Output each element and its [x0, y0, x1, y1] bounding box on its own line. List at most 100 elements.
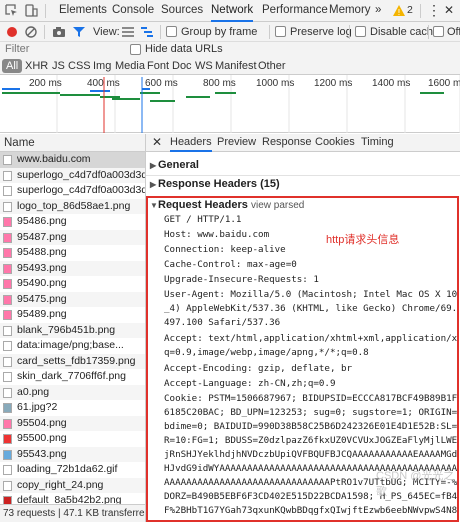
header-line: User-Agent: Mozilla/5.0 (Macintosh; Inte…	[164, 289, 459, 300]
request-row[interactable]: 61.jpg?2	[0, 400, 145, 416]
request-row[interactable]: copy_right_24.png	[0, 477, 145, 493]
request-row[interactable]: 95500.png	[0, 431, 145, 447]
type-filter-xhr[interactable]: XHR	[25, 59, 48, 73]
request-row[interactable]: 95488.png	[0, 245, 145, 261]
tab-cookies[interactable]: Cookies	[315, 134, 355, 152]
image-icon	[3, 356, 12, 367]
image-icon	[3, 372, 12, 382]
type-filter-font[interactable]: Font	[147, 59, 169, 73]
request-row[interactable]: card_setts_fdb17359.png	[0, 353, 145, 369]
request-row[interactable]: www.baidu.com	[0, 152, 145, 168]
timeline-tick: 1200 ms	[314, 78, 353, 89]
timeline-tick: 200 ms	[29, 78, 62, 89]
type-filter-doc[interactable]: Doc	[172, 59, 192, 73]
tab-elements[interactable]: Elements	[59, 0, 107, 22]
request-headers-section[interactable]: ▼Request Headers	[150, 199, 248, 211]
tab-network[interactable]: Network	[211, 0, 254, 22]
tab-separator	[420, 4, 421, 18]
header-line: Cache-Control: max-age=0	[164, 259, 297, 270]
network-toolbar: View: Group by frame Preserve log Disabl…	[0, 22, 460, 42]
tab-sources[interactable]: Sources	[161, 0, 203, 22]
image-icon	[3, 341, 12, 351]
request-row[interactable]: 95493.png	[0, 260, 145, 276]
header-line: q=0.9,image/webp,image/apng,*/*;q=0.8	[164, 347, 369, 358]
tab-response[interactable]: Response	[262, 134, 312, 152]
waterfall-view-icon[interactable]	[140, 25, 154, 39]
request-row[interactable]: loading_72b1da62.gif	[0, 462, 145, 478]
tab-headers[interactable]: Headers	[170, 134, 212, 152]
request-row[interactable]: skin_dark_7706ff6f.png	[0, 369, 145, 385]
type-filter-media[interactable]: Media	[115, 59, 145, 73]
request-row[interactable]: logo_top_86d58ae1.png	[0, 198, 145, 214]
type-filter-all[interactable]: All	[2, 59, 23, 73]
watermark: CSDN @光光之歌	[376, 470, 455, 498]
header-line: GET / HTTP/1.1	[164, 214, 242, 225]
image-icon	[3, 248, 12, 258]
filter-icon[interactable]	[72, 25, 86, 39]
clear-icon[interactable]	[24, 25, 38, 39]
request-row[interactable]: 95475.png	[0, 291, 145, 307]
more-tabs-icon[interactable]: »	[375, 0, 381, 22]
response-headers-section[interactable]: ▶ Response Headers (15)	[150, 178, 280, 190]
filter-input[interactable]: Filter	[5, 42, 29, 56]
header-line: R=10:FG=1; BDUSS=Z0dzlpazZ6fkxUZ0VCVUxJO…	[164, 435, 459, 446]
request-row[interactable]: a0.png	[0, 384, 145, 400]
request-row[interactable]: superlogo_c4d7df0a003d3db...	[0, 183, 145, 199]
request-detail-panel: ✕ Headers Preview Response Cookies Timin…	[146, 134, 460, 522]
type-filter-manifest[interactable]: Manifest	[215, 59, 257, 73]
screenshot-camera-icon[interactable]	[52, 25, 66, 39]
request-row[interactable]: blank_796b451b.png	[0, 322, 145, 338]
header-line: Connection: keep-alive	[164, 244, 286, 255]
record-icon[interactable]	[5, 25, 19, 39]
tab-memory[interactable]: Memory	[329, 0, 371, 22]
close-icon[interactable]: ✕	[444, 0, 454, 22]
image-icon	[3, 217, 12, 227]
svg-text:!: !	[397, 8, 400, 17]
request-row[interactable]: 95490.png	[0, 276, 145, 292]
collapse-arrow-icon: ▼	[150, 201, 158, 210]
header-line: 6185C20BAC; BD_UPN=123253; sug=0; sugsto…	[164, 407, 459, 418]
request-row[interactable]: 95543.png	[0, 446, 145, 462]
image-icon	[3, 263, 12, 274]
hide-data-urls-label: Hide data URLs	[145, 43, 223, 55]
request-row[interactable]: data:image/png;base...	[0, 338, 145, 354]
offline-checkbox[interactable]	[433, 26, 444, 37]
request-row[interactable]: 95489.png	[0, 307, 145, 323]
document-icon	[3, 155, 12, 165]
request-row[interactable]: 95486.png	[0, 214, 145, 230]
tab-console[interactable]: Console	[112, 0, 154, 22]
tab-timing[interactable]: Timing	[361, 134, 394, 152]
kebab-menu-icon[interactable]: ⋮	[427, 0, 441, 22]
warning-icon[interactable]: !	[392, 4, 406, 18]
general-section[interactable]: ▶ General	[150, 159, 199, 171]
inspect-element-icon[interactable]	[5, 4, 19, 18]
disable-cache-checkbox[interactable]	[355, 26, 366, 37]
timeline-overview[interactable]: 200 ms 400 ms 600 ms 800 ms 1000 ms 1200…	[0, 75, 460, 133]
preserve-log-label: Preserve log	[290, 26, 352, 38]
image-icon	[3, 480, 12, 491]
view-parsed-link[interactable]: view parsed	[251, 199, 304, 213]
tab-performance[interactable]: Performance	[262, 0, 328, 22]
request-row[interactable]: 95504.png	[0, 415, 145, 431]
image-icon	[3, 449, 12, 460]
group-by-frame-checkbox[interactable]	[166, 26, 177, 37]
large-rows-icon[interactable]	[121, 25, 135, 39]
devtools-tabbar: Elements Console Sources Network Perform…	[0, 0, 460, 22]
timeline-tick: 1400 ms	[372, 78, 411, 89]
type-filter-js[interactable]: JS	[52, 59, 65, 73]
device-toolbar-icon[interactable]	[24, 4, 38, 18]
request-row[interactable]: superlogo_c4d7df0a003d3db...	[0, 167, 145, 183]
close-detail-icon[interactable]: ✕	[152, 134, 162, 152]
hide-data-urls-checkbox[interactable]	[130, 44, 141, 55]
type-filter-other[interactable]: Other	[258, 59, 286, 73]
preserve-log-checkbox[interactable]	[275, 26, 286, 37]
image-icon	[3, 232, 12, 243]
tab-preview[interactable]: Preview	[217, 134, 256, 152]
header-line: Cookie: PSTM=1506687967; BIDUPSID=ECCCA8…	[164, 393, 459, 404]
name-column-header[interactable]: Name	[0, 134, 145, 152]
request-row[interactable]: 95487.png	[0, 229, 145, 245]
type-filter-css[interactable]: CSS	[68, 59, 91, 73]
type-filter-ws[interactable]: WS	[195, 59, 213, 73]
header-line: Accept-Language: zh-CN,zh;q=0.9	[164, 378, 336, 389]
type-filter-img[interactable]: Img	[93, 59, 111, 73]
